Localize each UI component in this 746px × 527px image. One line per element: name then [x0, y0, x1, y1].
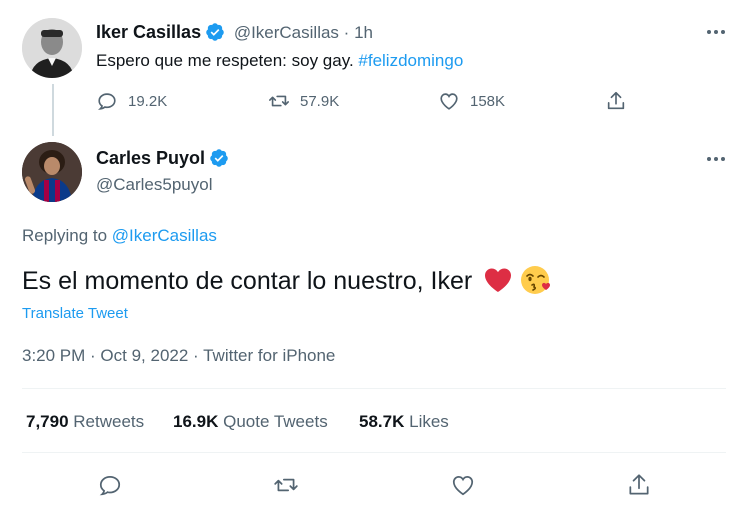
- share-action[interactable]: [605, 90, 627, 112]
- hashtag-link[interactable]: #felizdomingo: [358, 51, 463, 70]
- retweets-value: 7,790: [26, 412, 69, 431]
- quotes-value: 16.9K: [173, 412, 219, 431]
- tweet1-header: Iker Casillas @IkerCasillas · 1h: [96, 22, 373, 43]
- likes-label: Likes: [409, 412, 449, 431]
- tweet1-text-body: Espero que me respeten: soy gay.: [96, 51, 359, 70]
- tweet1-handle[interactable]: @IkerCasillas: [234, 23, 339, 42]
- divider: [22, 388, 726, 389]
- red-heart-emoji-icon: [485, 268, 512, 292]
- retweet-icon: [269, 95, 289, 107]
- more-options-icon[interactable]: [706, 28, 726, 36]
- tweet2-timestamp[interactable]: 3:20 PM · Oct 9, 2022 · Twitter for iPho…: [22, 346, 335, 366]
- reply-icon: [98, 93, 116, 110]
- avatar-puyol-image: [22, 142, 82, 202]
- likes-value: 58.7K: [359, 412, 405, 431]
- tweet2-text-body: Es el momento de contar lo nuestro, Iker: [22, 267, 473, 295]
- quotes-label: Quote Tweets: [223, 412, 328, 431]
- retweet-action[interactable]: 57.9K: [268, 90, 339, 112]
- replying-to-handle[interactable]: @IkerCasillas: [112, 226, 217, 245]
- tweet2-handle[interactable]: @Carles5puyol: [96, 175, 212, 195]
- tweet1-author-name[interactable]: Iker Casillas: [96, 22, 201, 42]
- retweet-button[interactable]: [271, 470, 301, 500]
- quote-tweets-stat[interactable]: 16.9K Quote Tweets: [173, 412, 328, 432]
- heart-icon: [440, 93, 458, 110]
- tweet2-text: Es el momento de contar lo nuestro, Iker: [22, 264, 552, 297]
- tweet1-time[interactable]: 1h: [354, 23, 373, 42]
- avatar-iker[interactable]: [22, 18, 82, 78]
- likes-stat[interactable]: 58.7K Likes: [359, 412, 449, 432]
- retweet-count: 57.9K: [300, 92, 340, 110]
- tweet1-separator: ·: [343, 23, 350, 42]
- translate-tweet-link[interactable]: Translate Tweet: [22, 305, 128, 322]
- replying-to-label: Replying to: [22, 226, 112, 245]
- avatar-puyol[interactable]: [22, 142, 82, 202]
- replying-to: Replying to @IkerCasillas: [22, 226, 217, 246]
- reply-icon: [99, 476, 121, 496]
- retweet-icon: [274, 478, 298, 492]
- reply-button[interactable]: [95, 470, 125, 500]
- kissing-face-emoji-icon: [521, 266, 551, 294]
- avatar-iker-image: [22, 18, 82, 78]
- tweet2-author[interactable]: Carles Puyol: [96, 148, 229, 169]
- heart-icon: [452, 476, 474, 496]
- more-options-icon[interactable]: [706, 155, 726, 163]
- share-icon: [607, 91, 625, 110]
- verified-badge-icon: [206, 23, 224, 41]
- reply-count: 19.2K: [128, 92, 168, 110]
- verified-badge-icon: [210, 149, 228, 167]
- share-icon: [629, 474, 649, 495]
- retweets-label: Retweets: [73, 412, 145, 431]
- tweet1-text: Espero que me respeten: soy gay. #felizd…: [96, 51, 463, 71]
- reply-action[interactable]: 19.2K: [96, 90, 167, 112]
- share-button[interactable]: [624, 470, 654, 500]
- like-button[interactable]: [448, 470, 478, 500]
- divider: [22, 452, 726, 453]
- tweet2-author-name[interactable]: Carles Puyol: [96, 148, 205, 168]
- retweets-stat[interactable]: 7,790 Retweets: [26, 412, 144, 432]
- like-count: 158K: [470, 92, 506, 110]
- thread-connector: [52, 84, 54, 136]
- like-action[interactable]: 158K: [438, 90, 505, 112]
